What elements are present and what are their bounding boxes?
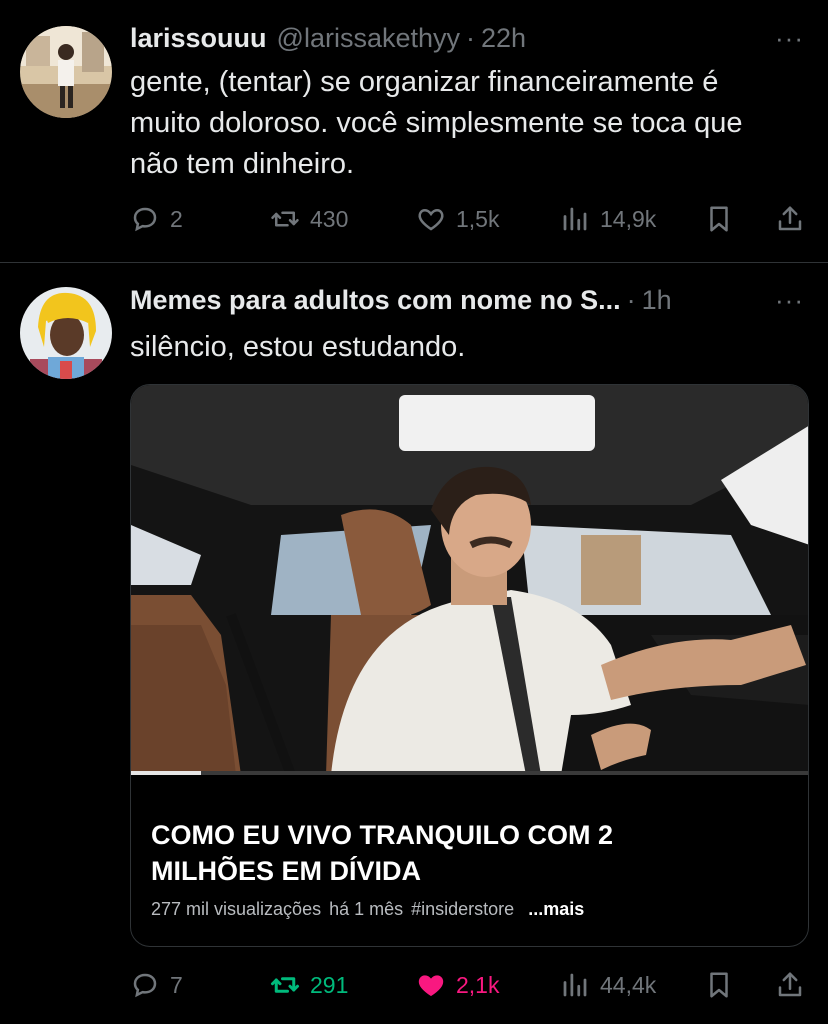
tweet[interactable]: larissouuu @larissakethyy · 22h ··· gent… xyxy=(0,0,828,262)
bookmark-button[interactable] xyxy=(704,965,734,1005)
user-handle[interactable]: @larissakethyy xyxy=(277,23,460,54)
bookmark-icon xyxy=(710,972,728,998)
reply-count: 7 xyxy=(170,971,183,998)
retweet-icon xyxy=(271,211,299,227)
share-button[interactable] xyxy=(775,199,805,239)
avatar[interactable] xyxy=(20,26,112,118)
reply-button[interactable]: 7 xyxy=(130,965,183,1005)
video-meta: 277 mil visualizações há 1 mês #insiders… xyxy=(151,899,584,920)
display-name[interactable]: Memes para adultos com nome no S... xyxy=(130,285,621,316)
views-count: 14,9k xyxy=(600,205,657,232)
retweet-count: 291 xyxy=(310,971,349,998)
timestamp[interactable]: 22h xyxy=(481,23,526,54)
reply-icon xyxy=(133,973,157,998)
avatar[interactable] xyxy=(20,287,112,379)
like-count: 2,1k xyxy=(456,971,500,998)
bookmark-icon xyxy=(710,206,728,232)
reply-count: 2 xyxy=(170,205,183,232)
action-bar: 7 291 2,1k 44,4k xyxy=(130,965,804,1005)
action-bar: 2 430 1,5k 14,9k xyxy=(130,199,804,239)
like-button[interactable]: 2,1k xyxy=(416,965,499,1005)
video-title[interactable]: COMO EU VIVO TRANQUILO COM 2 MILHÕES EM … xyxy=(151,817,788,889)
video-age: há 1 mês xyxy=(329,899,404,919)
show-more-link[interactable]: ...mais xyxy=(528,899,584,920)
more-icon[interactable]: ··· xyxy=(775,21,804,55)
like-icon xyxy=(418,975,444,997)
retweet-icon xyxy=(271,977,299,993)
like-count: 1,5k xyxy=(456,205,500,232)
retweet-button[interactable]: 430 xyxy=(270,199,348,239)
views-icon xyxy=(563,973,587,997)
like-icon xyxy=(418,208,444,231)
reply-icon xyxy=(133,207,157,232)
share-button[interactable] xyxy=(775,965,805,1005)
separator: · xyxy=(466,22,475,53)
views-button[interactable]: 14,9k xyxy=(560,199,656,239)
video-hashtag[interactable]: #insiderstore xyxy=(411,899,514,920)
video-link-card[interactable]: COMO EU VIVO TRANQUILO COM 2 MILHÕES EM … xyxy=(130,384,809,947)
more-icon[interactable]: ··· xyxy=(775,283,804,317)
display-name[interactable]: larissouuu xyxy=(130,23,267,54)
tweet[interactable]: Memes para adultos com nome no S... · 1h… xyxy=(0,263,828,1024)
video-thumbnail[interactable] xyxy=(131,385,809,775)
share-icon xyxy=(778,206,802,231)
share-icon xyxy=(778,972,802,997)
reply-button[interactable]: 2 xyxy=(130,199,183,239)
views-button[interactable]: 44,4k xyxy=(560,965,656,1005)
tweet-text: gente, (tentar) se organizar financeiram… xyxy=(130,66,743,180)
retweet-count: 430 xyxy=(310,205,349,232)
tweet-text: silêncio, estou estudando. xyxy=(130,331,466,363)
retweet-button[interactable]: 291 xyxy=(270,965,348,1005)
views-count: 44,4k xyxy=(600,971,657,998)
separator: · xyxy=(626,284,636,315)
like-button[interactable]: 1,5k xyxy=(416,199,499,239)
timestamp[interactable]: 1h xyxy=(642,285,672,316)
views-icon xyxy=(563,207,587,231)
bookmark-button[interactable] xyxy=(704,199,734,239)
video-views: 277 mil visualizações xyxy=(151,899,322,919)
